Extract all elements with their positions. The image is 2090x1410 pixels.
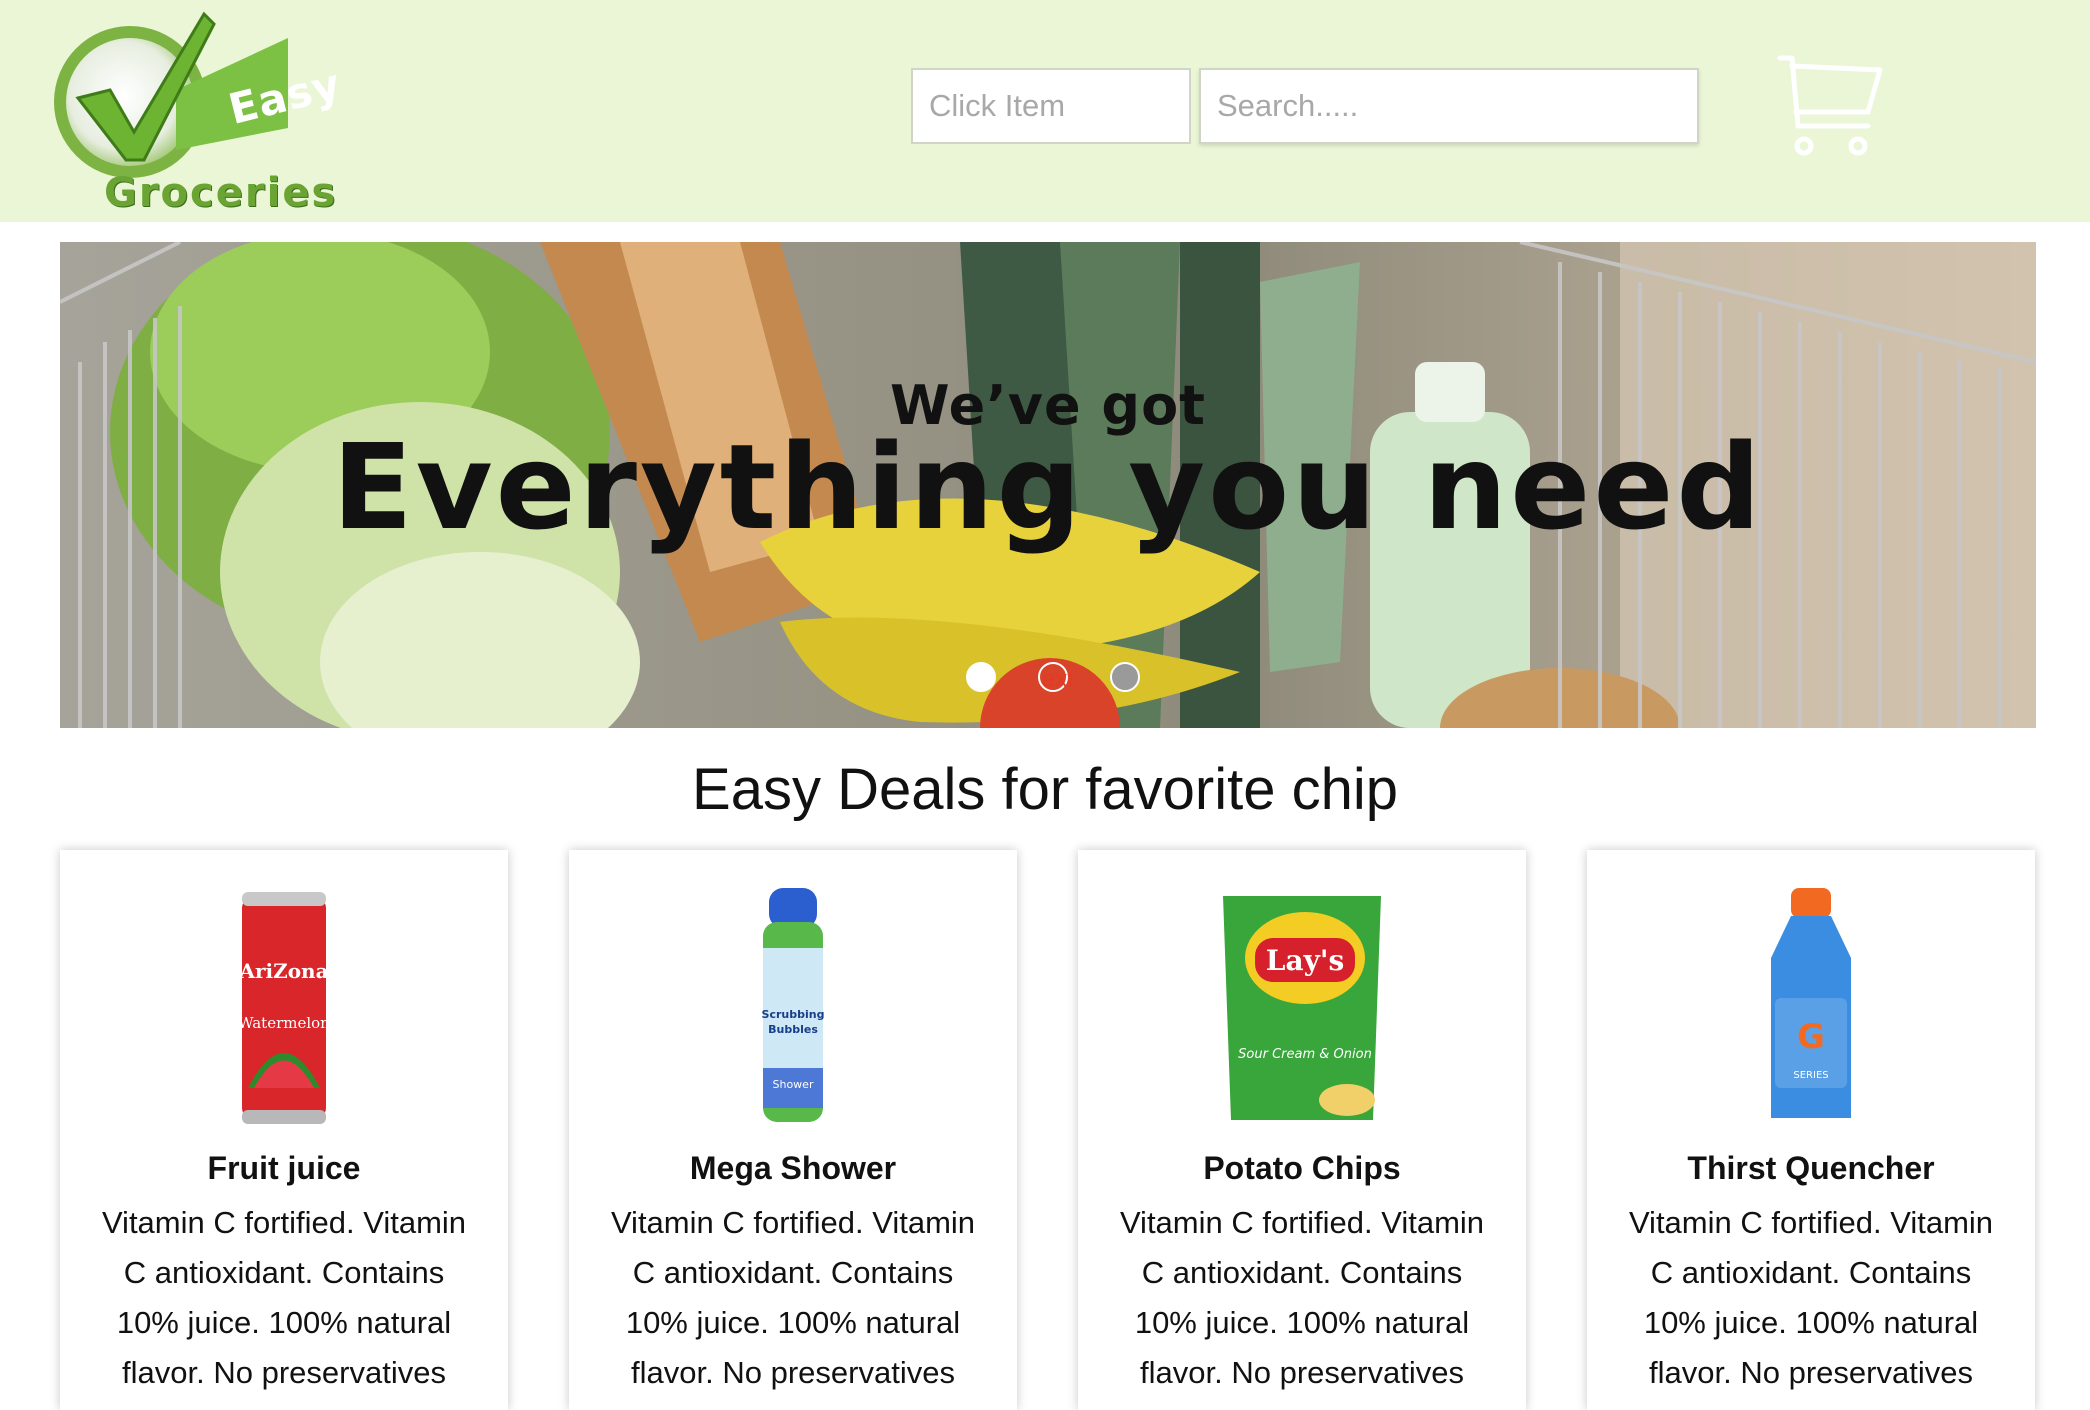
product-name: Mega Shower bbox=[689, 1150, 897, 1186]
product-description: Vitamin C fortified. Vitamin C antioxida… bbox=[610, 1205, 976, 1390]
carousel-dot-1[interactable] bbox=[966, 662, 996, 692]
product-label-text: Sour Cream & Onion bbox=[1238, 1047, 1372, 1062]
arizona-watermelon-can-image: AriZona Watermelon bbox=[60, 888, 508, 1128]
product-card[interactable]: Lay's Sour Cream & Onion Potato Chips Vi… bbox=[1078, 850, 1526, 1410]
gatorade-blue-bottle-image: G SERIES bbox=[1587, 888, 2035, 1128]
product-label-text: Shower bbox=[773, 1078, 814, 1091]
deals-section-title: Easy Deals for favorite chip bbox=[692, 757, 1398, 822]
product-description: Vitamin C fortified. Vitamin C antioxida… bbox=[1628, 1205, 1994, 1390]
product-label-text: AriZona bbox=[238, 959, 328, 983]
shopping-cart-icon bbox=[1777, 55, 1883, 156]
product-label-text: Watermelon bbox=[238, 1014, 330, 1032]
product-name: Fruit juice bbox=[207, 1150, 361, 1186]
product-label-text: G bbox=[1797, 1017, 1825, 1057]
product-label-text: SERIES bbox=[1793, 1070, 1828, 1081]
easy-groceries-logo[interactable]: Easy Groceries bbox=[48, 10, 346, 216]
product-name: Thirst Quencher bbox=[1687, 1150, 1935, 1186]
carousel-next-button[interactable]: ext bbox=[1042, 666, 1074, 694]
click-item-input[interactable] bbox=[911, 68, 1191, 144]
hero-title: Everything you need bbox=[332, 418, 1764, 556]
carousel-dot-3[interactable] bbox=[1110, 662, 1140, 692]
hero-banner: We’ve got Everything you need ext bbox=[60, 242, 2036, 728]
lays-sour-cream-onion-bag-image: Lay's Sour Cream & Onion bbox=[1078, 888, 1526, 1128]
shopping-cart-button[interactable] bbox=[1776, 52, 1884, 162]
search-input[interactable] bbox=[1199, 68, 1699, 144]
product-label-text: Lay's bbox=[1266, 944, 1344, 977]
scrubbing-bubbles-shower-can-image: Scrubbing Bubbles Shower bbox=[569, 888, 1017, 1128]
product-card[interactable]: AriZona Watermelon Fruit juice Vitamin C… bbox=[60, 850, 508, 1410]
product-card[interactable]: Scrubbing Bubbles Shower Mega Shower Vit… bbox=[569, 850, 1017, 1410]
product-name: Potato Chips bbox=[1203, 1150, 1401, 1186]
product-description: Vitamin C fortified. Vitamin C antioxida… bbox=[1119, 1205, 1485, 1390]
logo-word-groceries: Groceries bbox=[104, 170, 338, 216]
product-label-text: Bubbles bbox=[768, 1023, 818, 1036]
site-header: Easy Groceries bbox=[0, 0, 2090, 222]
product-card[interactable]: G SERIES Thirst Quencher Vitamin C forti… bbox=[1587, 850, 2035, 1410]
product-label-text: Scrubbing bbox=[762, 1008, 825, 1021]
product-description: Vitamin C fortified. Vitamin C antioxida… bbox=[101, 1205, 467, 1390]
